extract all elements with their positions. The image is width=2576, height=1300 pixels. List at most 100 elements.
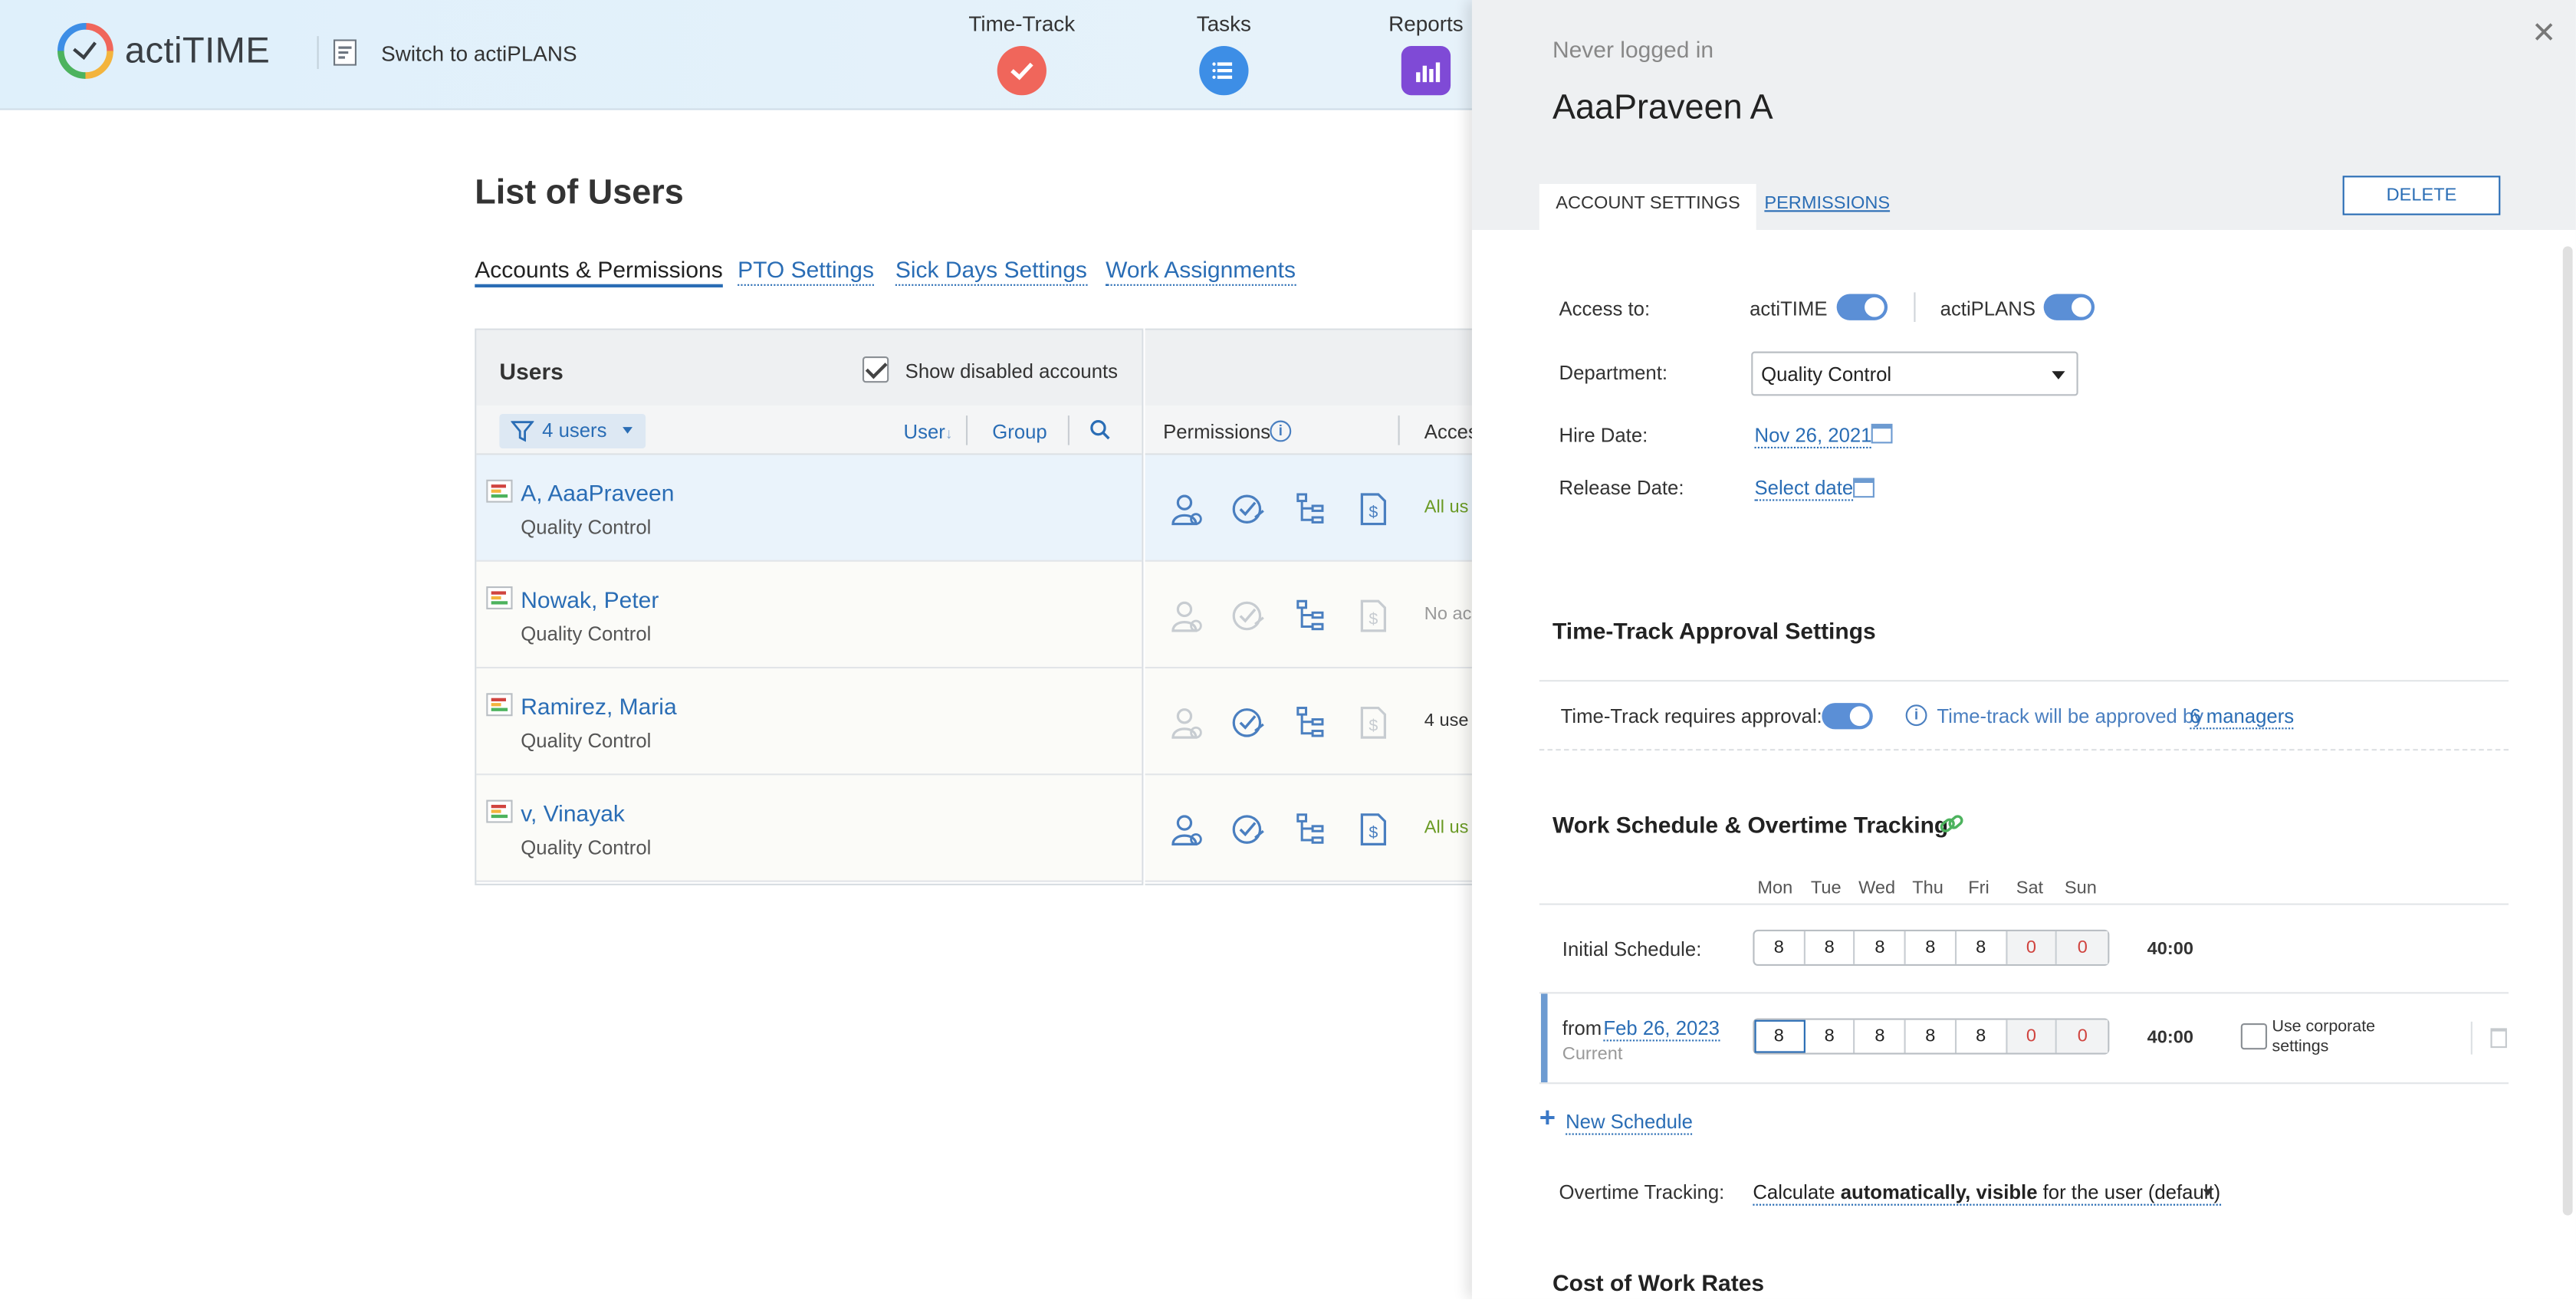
- approve-time-icon[interactable]: [1230, 704, 1267, 740]
- schedule-hours-input[interactable]: 8: [1805, 931, 1856, 964]
- schedule-hours-input[interactable]: 8: [1754, 1019, 1806, 1053]
- schedule-hours-input[interactable]: 8: [1755, 931, 1806, 964]
- schedule-hours-input[interactable]: 8: [1805, 1019, 1856, 1053]
- user-name-link[interactable]: Ramirez, Maria: [521, 693, 676, 719]
- schedule-from-date-link[interactable]: Feb 26, 2023: [1603, 1016, 1720, 1042]
- user-row[interactable]: v, Vinayak Quality Control: [476, 775, 1142, 882]
- permissions-row: $ All us: [1145, 455, 1489, 562]
- new-schedule-link[interactable]: New Schedule: [1566, 1111, 1693, 1135]
- chevron-down-icon[interactable]: [2203, 1189, 2213, 1196]
- user-settings-icon[interactable]: [1168, 812, 1204, 848]
- user-department: Quality Control: [521, 729, 652, 753]
- hierarchy-icon[interactable]: [1293, 704, 1329, 740]
- trash-icon[interactable]: [2490, 1028, 2507, 1049]
- user-name-link[interactable]: A, AaaPraveen: [521, 480, 674, 506]
- schedule-hours-input[interactable]: 0: [2006, 1019, 2058, 1053]
- user-row[interactable]: Nowak, Peter Quality Control: [476, 561, 1142, 669]
- user-card-icon: [486, 586, 513, 609]
- sort-by-group-link[interactable]: Group: [992, 421, 1046, 444]
- calendar-icon[interactable]: [1853, 478, 1875, 498]
- tab-work-assignments[interactable]: Work Assignments: [1106, 256, 1296, 286]
- current-label: Current: [1562, 1044, 1623, 1065]
- access-label: Access to:: [1559, 297, 1651, 320]
- overtime-dropdown[interactable]: Calculate automatically, visible for the…: [1753, 1180, 2221, 1206]
- time-track-check-icon: [997, 45, 1046, 96]
- actiplans-icon[interactable]: [333, 39, 356, 66]
- user-row[interactable]: Ramirez, Maria Quality Control: [476, 668, 1142, 776]
- use-corporate-checkbox[interactable]: [2240, 1023, 2268, 1050]
- actitime-logo-icon[interactable]: [56, 21, 115, 80]
- day-header: Wed: [1858, 878, 1896, 899]
- module-time-track[interactable]: Time-Track: [956, 11, 1087, 96]
- link-icon[interactable]: [1939, 812, 1965, 838]
- schedule-hours-input[interactable]: 8: [1957, 931, 2007, 964]
- approve-time-icon[interactable]: [1230, 491, 1267, 527]
- billing-icon[interactable]: $: [1355, 491, 1392, 527]
- current-schedule-marker: [1540, 993, 1548, 1083]
- schedule-hours-input[interactable]: 8: [1906, 1019, 1957, 1053]
- tab-accounts-permissions[interactable]: Accounts & Permissions: [475, 256, 723, 287]
- user-settings-icon[interactable]: [1168, 491, 1204, 527]
- approval-toggle[interactable]: [1822, 703, 1873, 730]
- users-panel-header: Users Show disabled accounts: [476, 330, 1142, 406]
- user-row[interactable]: A, AaaPraveen Quality Control: [476, 455, 1142, 562]
- permissions-panel: Permissions i Acces $ All us $ No ac $4 us…: [1145, 328, 1490, 885]
- calendar-icon[interactable]: [1871, 423, 1893, 444]
- overtime-text-post: for the user (default): [2037, 1180, 2221, 1204]
- hierarchy-icon[interactable]: [1293, 491, 1329, 527]
- users-filter-button[interactable]: 4 users: [499, 413, 646, 448]
- info-icon[interactable]: i: [1270, 420, 1292, 442]
- drawer-scrollbar[interactable]: [2562, 246, 2573, 1216]
- search-icon[interactable]: [1089, 419, 1111, 440]
- sort-by-user-link[interactable]: User↓: [904, 421, 953, 444]
- plus-icon[interactable]: +: [1539, 1104, 1556, 1131]
- schedule-hours-input[interactable]: 0: [2057, 1019, 2108, 1053]
- switch-to-actiplans-link[interactable]: Switch to actiPLANS: [381, 41, 577, 66]
- logo-text: actiTIME: [124, 29, 271, 71]
- schedule-hours-input[interactable]: 0: [2006, 931, 2058, 964]
- hire-date-link[interactable]: Nov 26, 2021: [1754, 424, 1872, 448]
- user-settings-icon[interactable]: [1168, 598, 1204, 634]
- overtime-text-bold: automatically, visible: [1840, 1180, 2038, 1204]
- billing-icon[interactable]: $: [1355, 704, 1392, 740]
- department-select[interactable]: Quality Control: [1751, 351, 2078, 396]
- access-actiplans-toggle[interactable]: [2043, 294, 2095, 320]
- approve-time-icon[interactable]: [1230, 598, 1267, 634]
- permissions-column-label: Permissions: [1163, 420, 1271, 444]
- schedule-hours-input[interactable]: 8: [1906, 931, 1957, 964]
- schedule-hours-input[interactable]: 0: [2057, 931, 2108, 964]
- column-divider: [1398, 415, 1400, 445]
- use-corporate-label-line1: Use corporate: [2272, 1018, 2376, 1037]
- user-department: Quality Control: [521, 515, 652, 539]
- approval-managers-link[interactable]: 6 managers: [2190, 704, 2295, 730]
- access-actitime-toggle[interactable]: [1836, 294, 1888, 320]
- delete-button[interactable]: DELETE: [2342, 176, 2501, 215]
- user-settings-icon[interactable]: [1168, 704, 1204, 740]
- divider: [1539, 903, 2509, 905]
- billing-icon[interactable]: $: [1355, 812, 1392, 848]
- tab-permissions[interactable]: PERMISSIONS: [1748, 184, 1907, 230]
- module-tasks[interactable]: Tasks: [1158, 11, 1290, 96]
- tab-account-settings[interactable]: ACCOUNT SETTINGS: [1539, 183, 1757, 230]
- current-schedule-inputs: 8 8 8 8 8 0 0: [1753, 1018, 2110, 1055]
- schedule-hours-input[interactable]: 8: [1855, 1019, 1906, 1053]
- tasks-list-icon: [1199, 45, 1249, 96]
- schedule-hours-input[interactable]: 8: [1855, 931, 1906, 964]
- divider: [1539, 749, 2509, 751]
- login-status: Never logged in: [1552, 36, 1714, 63]
- permissions-panel-header: [1145, 330, 1489, 406]
- tab-sick-days-settings[interactable]: Sick Days Settings: [895, 256, 1087, 286]
- release-date-link[interactable]: Select date: [1754, 476, 1854, 501]
- show-disabled-label: Show disabled accounts: [905, 359, 1119, 383]
- user-name-link[interactable]: Nowak, Peter: [521, 586, 659, 612]
- hierarchy-icon[interactable]: [1293, 598, 1329, 634]
- billing-icon[interactable]: $: [1355, 598, 1392, 634]
- close-icon[interactable]: ✕: [2532, 16, 2556, 51]
- user-name-link[interactable]: v, Vinayak: [521, 800, 625, 826]
- show-disabled-checkbox[interactable]: [862, 356, 889, 383]
- user-card-icon: [486, 693, 513, 717]
- tab-pto-settings[interactable]: PTO Settings: [738, 256, 875, 286]
- approve-time-icon[interactable]: [1230, 812, 1267, 848]
- hierarchy-icon[interactable]: [1293, 812, 1329, 848]
- schedule-hours-input[interactable]: 8: [1957, 1019, 2007, 1053]
